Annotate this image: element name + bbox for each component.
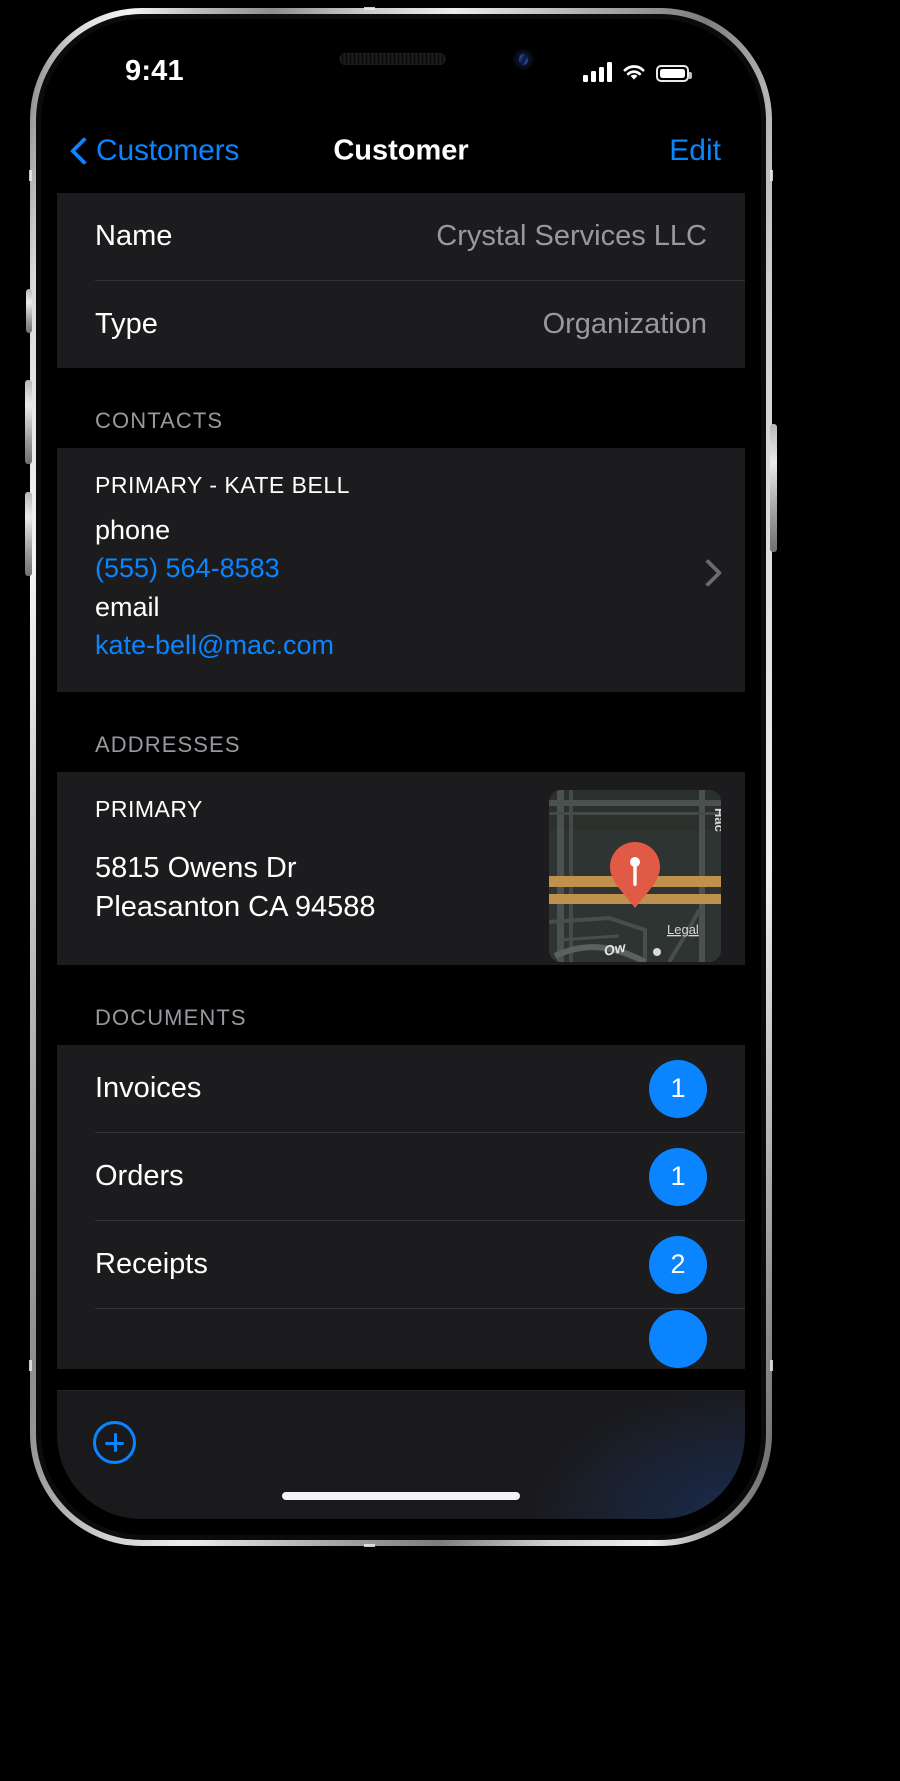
count-badge (649, 1310, 707, 1369)
back-button-label: Customers (96, 134, 240, 167)
front-camera-icon (513, 49, 534, 70)
side-power-button[interactable] (770, 424, 777, 552)
contact-phone-value[interactable]: (555) 564-8583 (95, 549, 707, 587)
display-notch (234, 35, 568, 103)
section-header-documents: DOCUMENTS (57, 965, 745, 1046)
detail-row-value: Organization (542, 308, 707, 340)
page-title: Customer (333, 134, 469, 167)
edit-button[interactable]: Edit (669, 134, 721, 168)
svg-text:Legal: Legal (667, 922, 699, 937)
detail-row-label: Name (95, 220, 173, 252)
mute-switch-button[interactable] (26, 289, 32, 333)
document-row-partial[interactable] (57, 1309, 745, 1369)
detail-row-name[interactable]: Name Crystal Services LLC (57, 193, 745, 280)
address-card-primary[interactable]: PRIMARY 5815 Owens Dr Pleasanton CA 9458… (57, 772, 745, 965)
antenna-line (770, 1360, 773, 1371)
document-row-label: Invoices (95, 1072, 202, 1105)
antenna-line (29, 170, 32, 181)
document-row-label: Orders (95, 1160, 184, 1193)
phone-screen: 9:41 Customers Customer Edit Name Crysta… (57, 35, 745, 1519)
contact-email-value[interactable]: kate-bell@mac.com (95, 626, 707, 664)
antenna-line (29, 1360, 32, 1371)
map-thumbnail[interactable]: Hac Legal Ow (549, 790, 721, 963)
antenna-line (770, 170, 773, 181)
contact-email-label: email (95, 591, 160, 622)
antenna-line (364, 1544, 375, 1547)
document-row-label: Receipts (95, 1248, 208, 1281)
addresses-group: PRIMARY 5815 Owens Dr Pleasanton CA 9458… (57, 772, 745, 966)
contact-phone-label: phone (95, 515, 171, 545)
count-badge: 2 (649, 1235, 707, 1294)
battery-icon (656, 65, 692, 82)
count-badge: 1 (649, 1147, 707, 1206)
status-bar-indicators (583, 61, 692, 82)
wifi-icon (621, 62, 647, 82)
status-bar-time: 9:41 (125, 55, 184, 87)
iphone-device-frame: 9:41 Customers Customer Edit Name Crysta… (25, 7, 777, 1547)
navigation-bar: Customers Customer Edit (57, 109, 745, 193)
cellular-bars-icon (583, 61, 612, 82)
documents-group: Invoices 1 Orders 1 Receipts 2 (57, 1045, 745, 1370)
home-indicator[interactable] (282, 1492, 520, 1500)
earpiece-speaker-icon (339, 53, 446, 65)
detail-row-value: Crystal Services LLC (436, 220, 707, 252)
volume-up-button[interactable] (25, 380, 32, 464)
details-group: Name Crystal Services LLC Type Organizat… (57, 193, 745, 368)
count-badge: 1 (649, 1059, 707, 1118)
contact-title: PRIMARY - KATE BELL (95, 472, 350, 498)
detail-row-type[interactable]: Type Organization (57, 281, 745, 368)
detail-row-label: Type (95, 308, 158, 340)
app-screen: 9:41 Customers Customer Edit Name Crysta… (57, 35, 745, 1519)
plus-circle-icon[interactable] (93, 1421, 136, 1464)
contact-card-primary[interactable]: PRIMARY - KATE BELL phone (555) 564-8583… (57, 448, 745, 692)
document-row-orders[interactable]: Orders 1 (57, 1133, 745, 1220)
svg-text:Hac: Hac (712, 808, 721, 832)
volume-down-button[interactable] (25, 492, 32, 576)
section-header-contacts: CONTACTS (57, 368, 745, 448)
chevron-left-icon (71, 137, 87, 165)
scroll-content[interactable]: Name Crystal Services LLC Type Organizat… (57, 193, 745, 1519)
contacts-group: PRIMARY - KATE BELL phone (555) 564-8583… (57, 448, 745, 693)
antenna-line (364, 7, 375, 10)
back-button[interactable]: Customers (71, 134, 239, 168)
document-row-receipts[interactable]: Receipts 2 (57, 1221, 745, 1308)
section-header-addresses: ADDRESSES (57, 692, 745, 773)
document-row-invoices[interactable]: Invoices 1 (57, 1045, 745, 1132)
